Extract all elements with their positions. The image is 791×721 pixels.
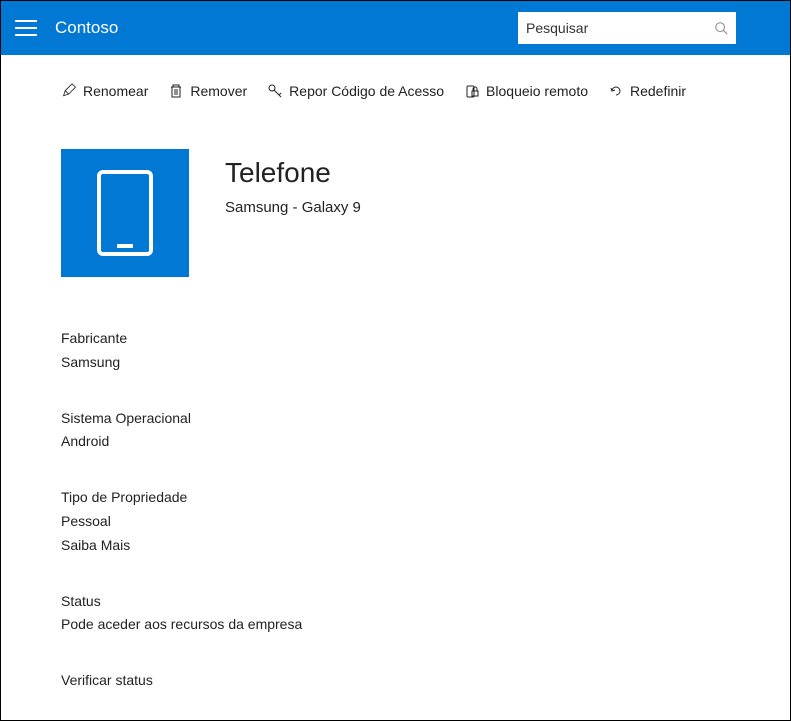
status-block: Status Pode aceder aos recursos da empre… bbox=[61, 590, 730, 638]
reset-passcode-button[interactable]: Repor Código de Acesso bbox=[267, 83, 444, 99]
remove-button[interactable]: Remover bbox=[168, 83, 247, 99]
reset-passcode-label: Repor Código de Acesso bbox=[289, 83, 444, 99]
remote-lock-label: Bloqueio remoto bbox=[486, 83, 588, 99]
ownership-value: Pessoal bbox=[61, 510, 730, 534]
pencil-icon bbox=[61, 83, 77, 99]
app-title: Contoso bbox=[55, 18, 118, 38]
trash-icon bbox=[168, 83, 184, 99]
device-title: Telefone bbox=[225, 157, 361, 189]
action-bar: Renomear Remover Repor Código de Acesso … bbox=[1, 55, 790, 109]
rename-label: Renomear bbox=[83, 83, 148, 99]
manufacturer-label: Fabricante bbox=[61, 327, 730, 351]
check-status-block: Verificar status bbox=[61, 669, 730, 693]
ownership-label: Tipo de Propriedade bbox=[61, 486, 730, 510]
os-block: Sistema Operacional Android bbox=[61, 407, 730, 455]
status-label: Status bbox=[61, 590, 730, 614]
device-model: Samsung - Galaxy 9 bbox=[225, 199, 361, 216]
rename-button[interactable]: Renomear bbox=[61, 83, 148, 99]
phone-icon bbox=[95, 168, 155, 258]
learn-more-link[interactable]: Saiba Mais bbox=[61, 534, 730, 558]
device-details: Fabricante Samsung Sistema Operacional A… bbox=[1, 297, 790, 693]
check-status-link[interactable]: Verificar status bbox=[61, 669, 730, 693]
search-icon bbox=[714, 21, 728, 35]
status-value: Pode aceder aos recursos da empresa bbox=[61, 613, 730, 637]
search-input[interactable] bbox=[526, 20, 714, 36]
device-header: Telefone Samsung - Galaxy 9 bbox=[1, 109, 790, 297]
reset-icon bbox=[608, 83, 624, 99]
manufacturer-block: Fabricante Samsung bbox=[61, 327, 730, 375]
lock-icon bbox=[464, 83, 480, 99]
os-value: Android bbox=[61, 430, 730, 454]
key-icon bbox=[267, 83, 283, 99]
remove-label: Remover bbox=[190, 83, 247, 99]
top-bar: Contoso bbox=[1, 1, 790, 55]
device-info: Telefone Samsung - Galaxy 9 bbox=[225, 149, 361, 216]
search-box[interactable] bbox=[518, 12, 736, 44]
ownership-block: Tipo de Propriedade Pessoal Saiba Mais bbox=[61, 486, 730, 557]
manufacturer-value: Samsung bbox=[61, 351, 730, 375]
reset-label: Redefinir bbox=[630, 83, 686, 99]
device-tile-icon bbox=[61, 149, 189, 277]
reset-button[interactable]: Redefinir bbox=[608, 83, 686, 99]
os-label: Sistema Operacional bbox=[61, 407, 730, 431]
hamburger-menu-icon[interactable] bbox=[15, 17, 37, 39]
remote-lock-button[interactable]: Bloqueio remoto bbox=[464, 83, 588, 99]
